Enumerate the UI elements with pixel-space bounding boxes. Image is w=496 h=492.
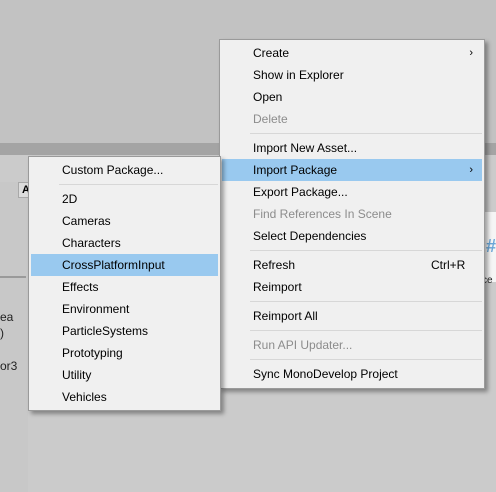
menu-separator <box>250 133 482 134</box>
menu-separator <box>59 184 218 185</box>
menu-item-label: Run API Updater... <box>253 338 353 352</box>
menu-item-label: Characters <box>62 236 121 250</box>
project-folder-pane <box>0 182 28 492</box>
submenu-arrow-icon: › <box>469 164 473 176</box>
submenu-item-environment[interactable]: Environment <box>31 298 218 320</box>
submenu-arrow-icon: › <box>469 47 473 59</box>
menu-separator <box>250 330 482 331</box>
menu-item-label: Cameras <box>62 214 111 228</box>
menu-item-label: Prototyping <box>62 346 123 360</box>
submenu-item-prototyping[interactable]: Prototyping <box>31 342 218 364</box>
menu-item-import-new-asset[interactable]: Import New Asset... <box>222 137 482 159</box>
menu-item-label: Sync MonoDevelop Project <box>253 367 398 381</box>
menu-item-delete: Delete <box>222 108 482 130</box>
menu-item-open[interactable]: Open <box>222 86 482 108</box>
menu-item-label: Select Dependencies <box>253 229 367 243</box>
csharp-script-icon: # <box>486 236 496 256</box>
menu-item-import-package[interactable]: Import Package › <box>222 159 482 181</box>
submenu-item-characters[interactable]: Characters <box>31 232 218 254</box>
menu-item-label: Effects <box>62 280 99 294</box>
menu-item-label: Create <box>253 46 290 60</box>
menu-item-label: Reimport <box>253 280 302 294</box>
submenu-item-crossplatforminput[interactable]: CrossPlatformInput <box>31 254 218 276</box>
menu-item-find-references: Find References In Scene <box>222 203 482 225</box>
menu-separator <box>250 359 482 360</box>
background-text-1: ea <box>0 310 14 324</box>
menu-item-label: Refresh <box>253 258 296 272</box>
pane-divider <box>0 276 26 278</box>
menu-item-label: Vehicles <box>62 390 107 404</box>
background-text-3: or3 <box>0 359 18 373</box>
menu-item-reimport[interactable]: Reimport <box>222 276 482 298</box>
menu-item-label: Environment <box>62 302 130 316</box>
menu-item-run-api-updater: Run API Updater... <box>222 334 482 356</box>
submenu-item-cameras[interactable]: Cameras <box>31 210 218 232</box>
submenu-item-custom-package[interactable]: Custom Package... <box>31 159 218 181</box>
menu-item-create[interactable]: Create › <box>222 42 482 64</box>
menu-separator <box>250 250 482 251</box>
menu-item-label: Reimport All <box>253 309 318 323</box>
menu-item-select-dependencies[interactable]: Select Dependencies <box>222 225 482 247</box>
menu-item-reimport-all[interactable]: Reimport All <box>222 305 482 327</box>
submenu-item-2d[interactable]: 2D <box>31 188 218 210</box>
menu-item-label: Delete <box>253 112 288 126</box>
shortcut-label: Ctrl+R <box>431 258 466 272</box>
menu-item-export-package[interactable]: Export Package... <box>222 181 482 203</box>
menu-item-label: Export Package... <box>253 185 348 199</box>
menu-item-label: Import Package <box>253 163 338 177</box>
submenu-item-particlesystems[interactable]: ParticleSystems <box>31 320 218 342</box>
submenu-item-utility[interactable]: Utility <box>31 364 218 386</box>
menu-item-label: Import New Asset... <box>253 141 358 155</box>
menu-item-label: Open <box>253 90 283 104</box>
menu-item-refresh[interactable]: Refresh Ctrl+R <box>222 254 482 276</box>
menu-item-show-in-explorer[interactable]: Show in Explorer <box>222 64 482 86</box>
menu-item-label: Show in Explorer <box>253 68 344 82</box>
import-package-submenu: Custom Package... 2D Cameras Characters … <box>28 156 221 411</box>
menu-item-label: CrossPlatformInput <box>62 258 165 272</box>
submenu-item-vehicles[interactable]: Vehicles <box>31 386 218 408</box>
context-menu: Create › Show in Explorer Open Delete Im… <box>219 39 485 389</box>
menu-item-label: Utility <box>62 368 92 382</box>
menu-item-label: 2D <box>62 192 78 206</box>
menu-item-sync-monodevelop[interactable]: Sync MonoDevelop Project <box>222 363 482 385</box>
menu-item-label: Find References In Scene <box>253 207 392 221</box>
menu-item-label: Custom Package... <box>62 163 164 177</box>
background-text-2: ) <box>0 326 4 340</box>
menu-item-label: ParticleSystems <box>62 324 149 338</box>
submenu-item-effects[interactable]: Effects <box>31 276 218 298</box>
menu-separator <box>250 301 482 302</box>
